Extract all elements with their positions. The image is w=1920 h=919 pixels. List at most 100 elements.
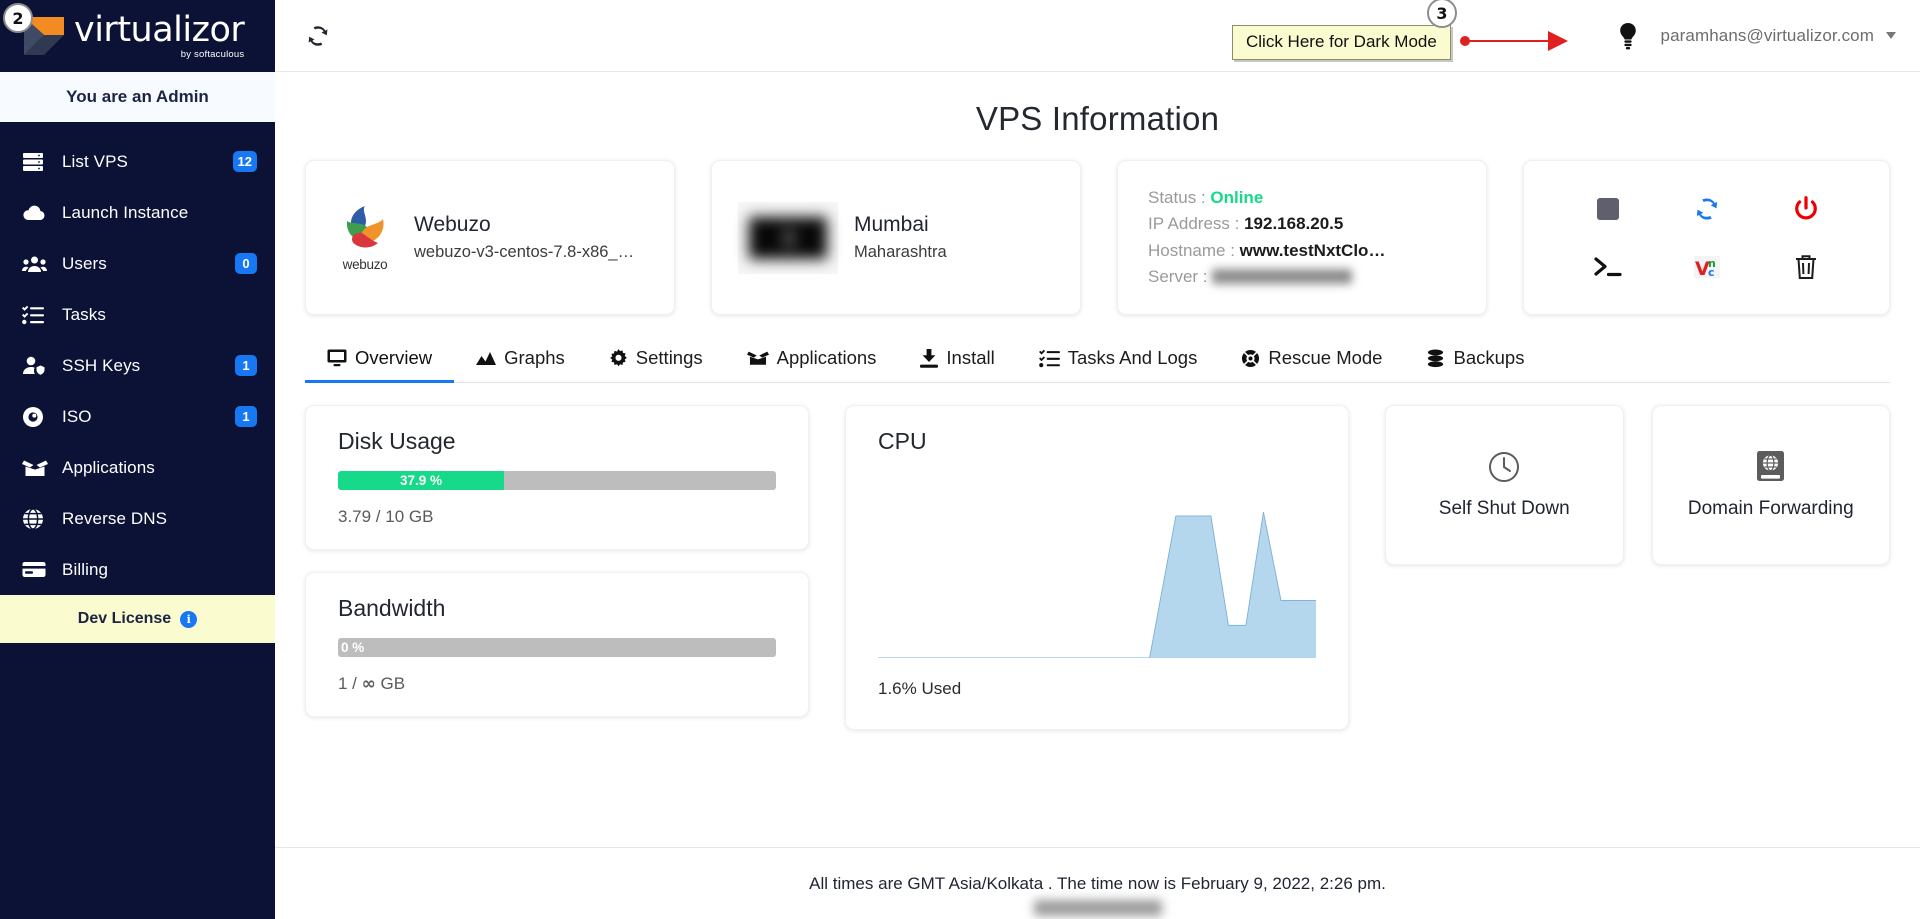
- location-city: Mumbai: [854, 213, 929, 236]
- user-email-label[interactable]: paramhans@virtualizor.com: [1661, 26, 1874, 46]
- sidebar-item-label: Tasks: [62, 304, 106, 324]
- sidebar-filler: [0, 643, 275, 919]
- task-list-icon: [1038, 349, 1060, 368]
- tab-overview[interactable]: Overview: [305, 337, 455, 383]
- footer-redacted: [1033, 899, 1162, 916]
- status-badge: Online: [1210, 187, 1264, 207]
- tab-label: Applications: [776, 347, 877, 368]
- tab-label: Tasks And Logs: [1067, 347, 1198, 368]
- dark-mode-tooltip: Click Here for Dark Mode: [1232, 25, 1451, 60]
- annotation-marker-2: 2: [3, 3, 33, 33]
- os-meta: Webuzo webuzo-v3-centos-7.8-x86_…: [414, 213, 634, 262]
- vnc-icon[interactable]: V n c: [1692, 247, 1722, 287]
- webuzo-logo: webuzo: [332, 203, 398, 272]
- refresh-icon[interactable]: [305, 23, 331, 49]
- vps-summary-row: webuzo Webuzo webuzo-v3-centos-7.8-x86_……: [275, 160, 1920, 315]
- sidebar-item-iso[interactable]: ISO 1: [0, 391, 275, 442]
- footer: All times are GMT Asia/Kolkata . The tim…: [275, 847, 1920, 919]
- stop-square-icon[interactable]: [1595, 189, 1621, 229]
- sidebar-item-tasks[interactable]: Tasks: [0, 289, 275, 340]
- tab-settings[interactable]: Settings: [587, 337, 725, 382]
- vps-actions-grid: V n c: [1558, 189, 1855, 287]
- server-row: Server :: [1148, 264, 1385, 290]
- database-icon: [1426, 348, 1445, 368]
- trash-icon[interactable]: [1793, 247, 1819, 287]
- sidebar-item-label: Users: [62, 253, 107, 273]
- tab-backups[interactable]: Backups: [1404, 337, 1546, 382]
- cpu-panel: CPU 1.6% Used: [845, 405, 1349, 730]
- disk-usage-fill: 37.9 %: [338, 471, 504, 490]
- overview-left-column: Disk Usage 37.9 % 3.79 / 10 GB Bandwidth: [305, 405, 809, 717]
- bandwidth-track: 0 %: [338, 638, 776, 657]
- tab-tasks-and-logs[interactable]: Tasks And Logs: [1017, 337, 1220, 382]
- disk-usage-panel: Disk Usage 37.9 % 3.79 / 10 GB: [305, 405, 809, 550]
- server-value-redacted: [1212, 268, 1353, 284]
- os-name: Webuzo: [414, 213, 491, 236]
- svg-text:c: c: [1708, 266, 1715, 279]
- app-root: virtualizor by softaculous You are an Ad…: [0, 0, 1920, 919]
- credit-card-icon: [22, 561, 52, 579]
- sidebar-item-reverse-dns[interactable]: Reverse DNS: [0, 493, 275, 544]
- location-state: Maharashtra: [854, 243, 947, 261]
- infinity-symbol: ∞: [361, 674, 376, 694]
- main-area: paramhans@virtualizor.com VPS Informatio…: [275, 0, 1920, 919]
- tab-label: Settings: [635, 347, 703, 368]
- os-card: webuzo Webuzo webuzo-v3-centos-7.8-x86_…: [305, 160, 675, 315]
- status-row: Status : Online: [1148, 185, 1385, 211]
- power-icon[interactable]: [1792, 189, 1820, 229]
- location-card: Mumbai Maharashtra: [711, 160, 1081, 315]
- self-shut-down-label: Self Shut Down: [1438, 498, 1570, 519]
- sidebar-item-list-vps[interactable]: List VPS 12: [0, 136, 275, 187]
- area-chart-icon: [476, 349, 497, 367]
- top-bar: paramhans@virtualizor.com: [275, 0, 1920, 72]
- restart-icon[interactable]: [1693, 189, 1721, 229]
- cloud-upload-icon: [22, 203, 52, 223]
- annotation-arrow-dot: [1460, 36, 1470, 46]
- monitor-icon: [327, 349, 347, 368]
- dev-license-banner[interactable]: Dev License i: [0, 595, 275, 643]
- vps-tabs: Overview Graphs Settings Applications In…: [305, 337, 1890, 383]
- disk-usage-percent: 37.9 %: [399, 473, 443, 488]
- chevron-down-icon[interactable]: [1886, 32, 1896, 39]
- task-list-icon: [22, 305, 52, 325]
- sidebar-item-applications[interactable]: Applications: [0, 442, 275, 493]
- hostname-row: Hostname : www.testNxtClo…: [1148, 238, 1385, 264]
- bandwidth-title: Bandwidth: [338, 595, 446, 621]
- lifebuoy-icon: [1241, 349, 1260, 368]
- self-shut-down-tile[interactable]: Self Shut Down: [1385, 405, 1624, 565]
- sidebar-item-users[interactable]: Users 0: [0, 238, 275, 289]
- disk-usage-note: 3.79 / 10 GB: [338, 507, 434, 526]
- open-box-icon: [22, 458, 52, 478]
- download-icon: [920, 348, 939, 368]
- status-card: Status : Online IP Address : 192.168.20.…: [1117, 160, 1487, 315]
- cpu-chart: [878, 466, 1316, 658]
- disc-icon: [22, 406, 52, 428]
- location-meta: Mumbai Maharashtra: [854, 213, 947, 262]
- lightbulb-icon[interactable]: [1617, 22, 1639, 50]
- sidebar-item-ssh-keys[interactable]: SSH Keys 1: [0, 340, 275, 391]
- sidebar-item-launch-instance[interactable]: Launch Instance: [0, 187, 275, 238]
- tab-install[interactable]: Install: [898, 337, 1016, 382]
- admin-banner: You are an Admin: [0, 72, 275, 122]
- tab-applications[interactable]: Applications: [725, 337, 899, 382]
- domain-forwarding-tile[interactable]: Domain Forwarding: [1651, 405, 1890, 565]
- annotation-arrow-line: [1464, 40, 1560, 42]
- ip-label: IP Address :: [1148, 214, 1240, 234]
- tab-graphs[interactable]: Graphs: [454, 337, 587, 382]
- info-icon[interactable]: i: [180, 610, 198, 628]
- cpu-used-label: 1.6% Used: [878, 679, 962, 698]
- disk-usage-title: Disk Usage: [338, 428, 456, 454]
- status-lines: Status : Online IP Address : 192.168.20.…: [1148, 185, 1385, 290]
- content-area: VPS Information webuzo Webuzo webuzo-v3-…: [275, 72, 1920, 919]
- tab-label: Overview: [355, 347, 433, 368]
- open-box-icon: [746, 349, 769, 367]
- terminal-icon[interactable]: [1593, 247, 1623, 287]
- sidebar-badge-users: 0: [235, 253, 257, 274]
- tab-rescue-mode[interactable]: Rescue Mode: [1219, 337, 1404, 382]
- vps-actions-card: V n c: [1523, 160, 1890, 315]
- gear-icon: [609, 348, 628, 368]
- bandwidth-note: 1 / ∞ GB: [306, 667, 808, 716]
- sidebar-item-billing[interactable]: Billing: [0, 544, 275, 595]
- annotation-arrow-head: [1548, 31, 1568, 51]
- sidebar-logo[interactable]: virtualizor by softaculous: [0, 0, 275, 72]
